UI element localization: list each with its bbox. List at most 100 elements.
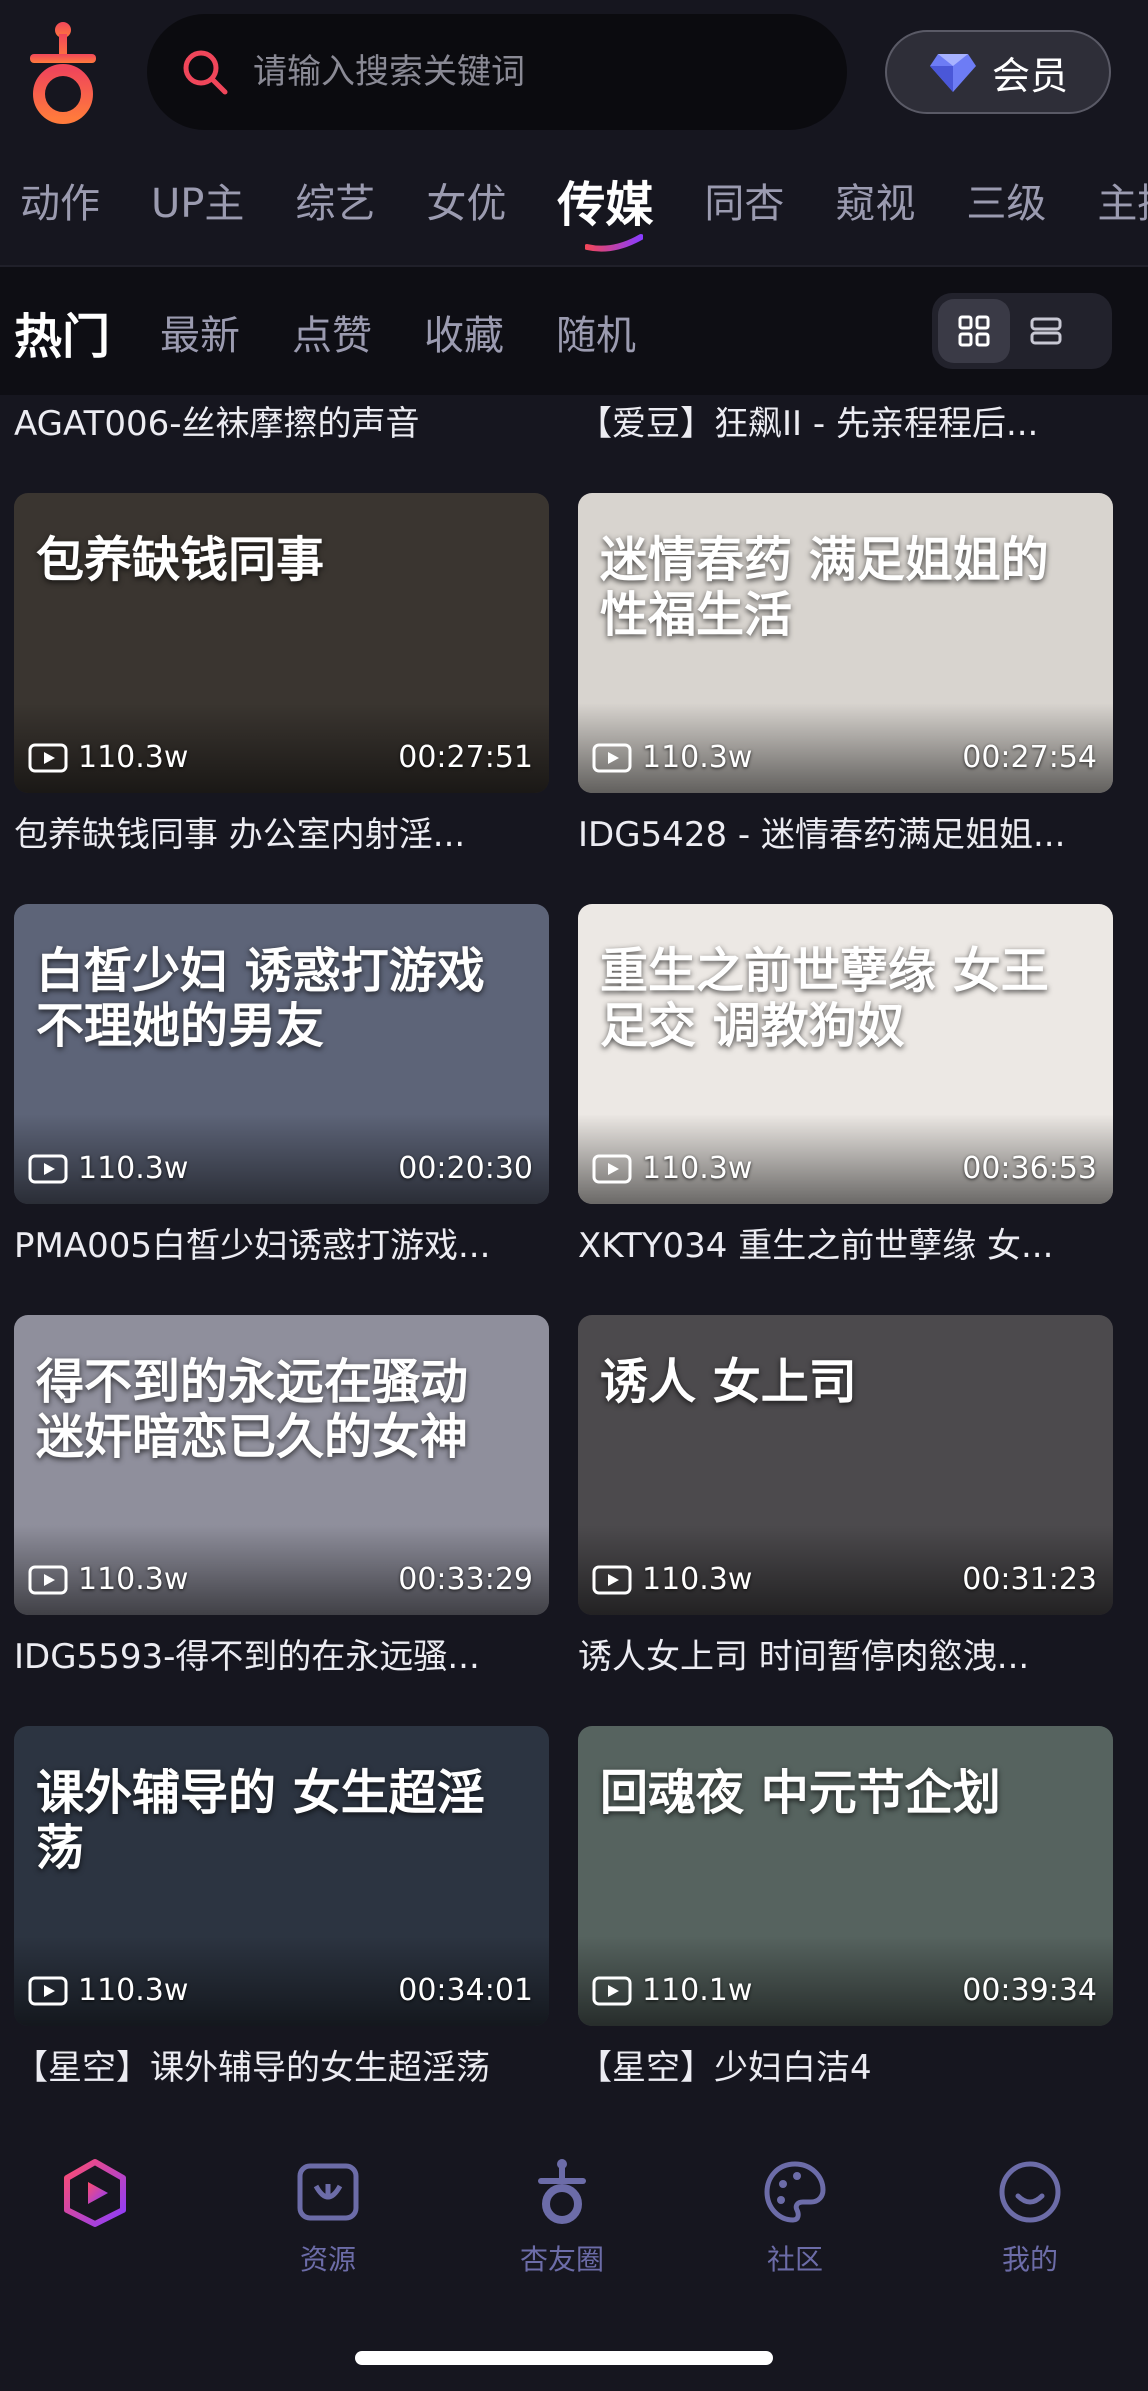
video-duration: 00:27:54 <box>962 740 1097 775</box>
play-count-icon <box>28 1154 68 1183</box>
search-bar[interactable] <box>147 14 847 130</box>
video-card[interactable]: 迷情春药 满足姐姐的 性福生活 110.3w 00:27:54 IDG5428 - 迷… <box>578 493 1113 856</box>
video-thumbnail[interactable]: 包养缺钱同事 110.3w 00:27:51 <box>14 493 549 793</box>
nav-home[interactable] <box>15 2156 175 2228</box>
view-count: 110.3w <box>592 1562 752 1597</box>
tab-action[interactable]: 动作 <box>20 171 100 229</box>
video-title[interactable]: 包养缺钱同事 办公室内射淫... <box>14 807 549 856</box>
sort-bar: 热门 最新 点赞 收藏 随机 <box>0 267 1148 395</box>
thumbnail-caption: 回魂夜 中元节企划 <box>600 1765 1001 1821</box>
view-count: 110.3w <box>28 1151 188 1186</box>
video-card[interactable]: 诱人 女上司 110.3w 00:31:23 诱人女上司 时间暂停肉慾洩... <box>578 1315 1113 1678</box>
thumbnail-caption: 课外辅导的 女生超淫荡 <box>36 1765 485 1877</box>
video-thumbnail[interactable]: 课外辅导的 女生超淫荡 110.3w 00:34:01 <box>14 1726 549 2026</box>
video-duration: 00:20:30 <box>398 1151 533 1186</box>
vip-label: 会员 <box>991 53 1068 98</box>
video-card[interactable]: 重生之前世孽缘 女王足交 调教狗奴 110.3w 00:36:53 XKTY034 重… <box>578 904 1113 1267</box>
video-thumbnail[interactable]: 迷情春药 满足姐姐的 性福生活 110.3w 00:27:54 <box>578 493 1113 793</box>
nav-community[interactable]: 社区 <box>715 2156 875 2278</box>
video-title[interactable]: IDG5593-得不到的在永远骚... <box>14 1629 549 1678</box>
tab-up[interactable]: UP主 <box>151 171 244 229</box>
view-count-value: 110.3w <box>642 740 753 775</box>
thumbnail-caption: 白皙少妇 诱惑打游戏 不理她的男友 <box>36 943 485 1055</box>
grid-view-button[interactable] <box>938 299 1010 363</box>
view-count-value: 110.3w <box>78 1562 189 1597</box>
video-title[interactable]: 【星空】少妇白洁4 <box>578 2040 1113 2089</box>
partial-video-title[interactable]: AGAT006-丝袜摩擦的声音 <box>14 396 549 445</box>
nav-profile[interactable]: 我的 <box>950 2156 1110 2278</box>
view-count-value: 110.3w <box>642 1562 753 1597</box>
apricot-icon <box>538 2159 586 2224</box>
video-title[interactable]: PMA005白皙少妇诱惑打游戏... <box>14 1218 549 1267</box>
video-card[interactable]: 课外辅导的 女生超淫荡 110.3w 00:34:01 【星空】课外辅导的女生超淫荡 <box>14 1726 549 2089</box>
video-card[interactable]: 包养缺钱同事 110.3w 00:27:51 包养缺钱同事 办公室内射淫... <box>14 493 549 856</box>
view-count: 110.1w <box>592 1973 752 2008</box>
video-duration: 00:36:53 <box>962 1151 1097 1186</box>
video-duration: 00:34:01 <box>398 1973 533 2008</box>
video-card[interactable]: 得不到的永远在骚动 迷奸暗恋已久的女神 110.3w 00:33:29 IDG5593… <box>14 1315 549 1678</box>
video-card[interactable]: 回魂夜 中元节企划 110.1w 00:39:34 【星空】少妇白洁4 <box>578 1726 1113 2089</box>
nav-resources[interactable]: 资源 <box>248 2156 408 2278</box>
tab-actress[interactable]: 女优 <box>426 171 506 229</box>
video-thumbnail[interactable]: 白皙少妇 诱惑打游戏 不理她的男友 110.3w 00:20:30 <box>14 904 549 1204</box>
thumbnail-caption: 诱人 女上司 <box>600 1354 857 1410</box>
view-count-value: 110.3w <box>78 740 189 775</box>
video-card[interactable]: 白皙少妇 诱惑打游戏 不理她的男友 110.3w 00:20:30 PMA005白皙少… <box>14 904 549 1267</box>
diamond-icon <box>929 54 976 92</box>
tab-media[interactable]: 传媒 <box>557 165 653 252</box>
view-toggle <box>932 293 1112 369</box>
video-title[interactable]: IDG5428 - 迷情春药满足姐姐... <box>578 807 1113 856</box>
nav-friends-label: 杏友圈 <box>519 2243 604 2276</box>
thumbnail-caption: 迷情春药 满足姐姐的 性福生活 <box>600 532 1049 644</box>
nav-resources-label: 资源 <box>299 2243 356 2276</box>
view-count-value: 110.1w <box>642 1973 753 2008</box>
sort-likes[interactable]: 点赞 <box>292 303 372 361</box>
video-thumbnail[interactable]: 得不到的永远在骚动 迷奸暗恋已久的女神 110.3w 00:33:29 <box>14 1315 549 1615</box>
vip-button[interactable]: 会员 <box>885 30 1111 114</box>
view-count: 110.3w <box>28 740 188 775</box>
play-count-icon <box>28 1976 68 2005</box>
thumbnail-caption: 得不到的永远在骚动 迷奸暗恋已久的女神 <box>36 1354 469 1466</box>
active-tab-swoosh-icon <box>585 234 644 252</box>
view-count: 110.3w <box>592 740 752 775</box>
thumbnail-caption: 重生之前世孽缘 女王足交 调教狗奴 <box>600 943 1049 1055</box>
video-thumbnail[interactable]: 诱人 女上司 110.3w 00:31:23 <box>578 1315 1113 1615</box>
tab-streamer[interactable]: 主播 <box>1097 171 1148 229</box>
sort-random[interactable]: 随机 <box>556 303 636 361</box>
sort-hot[interactable]: 热门 <box>14 297 110 367</box>
resource-icon <box>297 2163 359 2221</box>
smile-icon <box>999 2161 1061 2223</box>
video-title[interactable]: 诱人女上司 时间暂停肉慾洩... <box>578 1629 1113 1678</box>
view-count-value: 110.3w <box>642 1151 753 1186</box>
video-title[interactable]: 【星空】课外辅导的女生超淫荡 <box>14 2040 549 2089</box>
search-input[interactable] <box>253 42 847 102</box>
sort-latest[interactable]: 最新 <box>160 303 240 361</box>
video-thumbnail[interactable]: 回魂夜 中元节企划 110.1w 00:39:34 <box>578 1726 1113 2026</box>
app-logo-icon[interactable] <box>22 20 104 124</box>
partial-video-title[interactable]: 【爱豆】狂飙II - 先亲程程后... <box>578 396 1113 445</box>
view-count-value: 110.3w <box>78 1151 189 1186</box>
video-thumbnail[interactable]: 重生之前世孽缘 女王足交 调教狗奴 110.3w 00:36:53 <box>578 904 1113 1204</box>
sort-favorites[interactable]: 收藏 <box>424 303 504 361</box>
video-duration: 00:27:51 <box>398 740 533 775</box>
play-count-icon <box>28 743 68 772</box>
list-icon <box>1030 317 1062 345</box>
play-count-icon <box>592 1154 632 1183</box>
view-count-value: 110.3w <box>78 1973 189 2008</box>
tab-rated[interactable]: 三级 <box>966 171 1046 229</box>
video-title[interactable]: XKTY034 重生之前世孽缘 女... <box>578 1218 1113 1267</box>
thumbnail-caption: 包养缺钱同事 <box>36 532 325 588</box>
nav-friends[interactable]: 杏友圈 <box>482 2156 642 2278</box>
tab-variety[interactable]: 综艺 <box>295 171 375 229</box>
grid-icon <box>958 315 990 347</box>
video-duration: 00:31:23 <box>962 1562 1097 1597</box>
tab-tongxing[interactable]: 同杏 <box>704 171 784 229</box>
video-duration: 00:33:29 <box>398 1562 533 1597</box>
top-bar: 会员 <box>0 0 1148 145</box>
play-count-icon <box>28 1565 68 1594</box>
video-duration: 00:39:34 <box>962 1973 1097 2008</box>
tab-peek[interactable]: 窥视 <box>835 171 915 229</box>
list-view-button[interactable] <box>1010 299 1082 363</box>
play-count-icon <box>592 1565 632 1594</box>
search-icon <box>183 50 228 95</box>
